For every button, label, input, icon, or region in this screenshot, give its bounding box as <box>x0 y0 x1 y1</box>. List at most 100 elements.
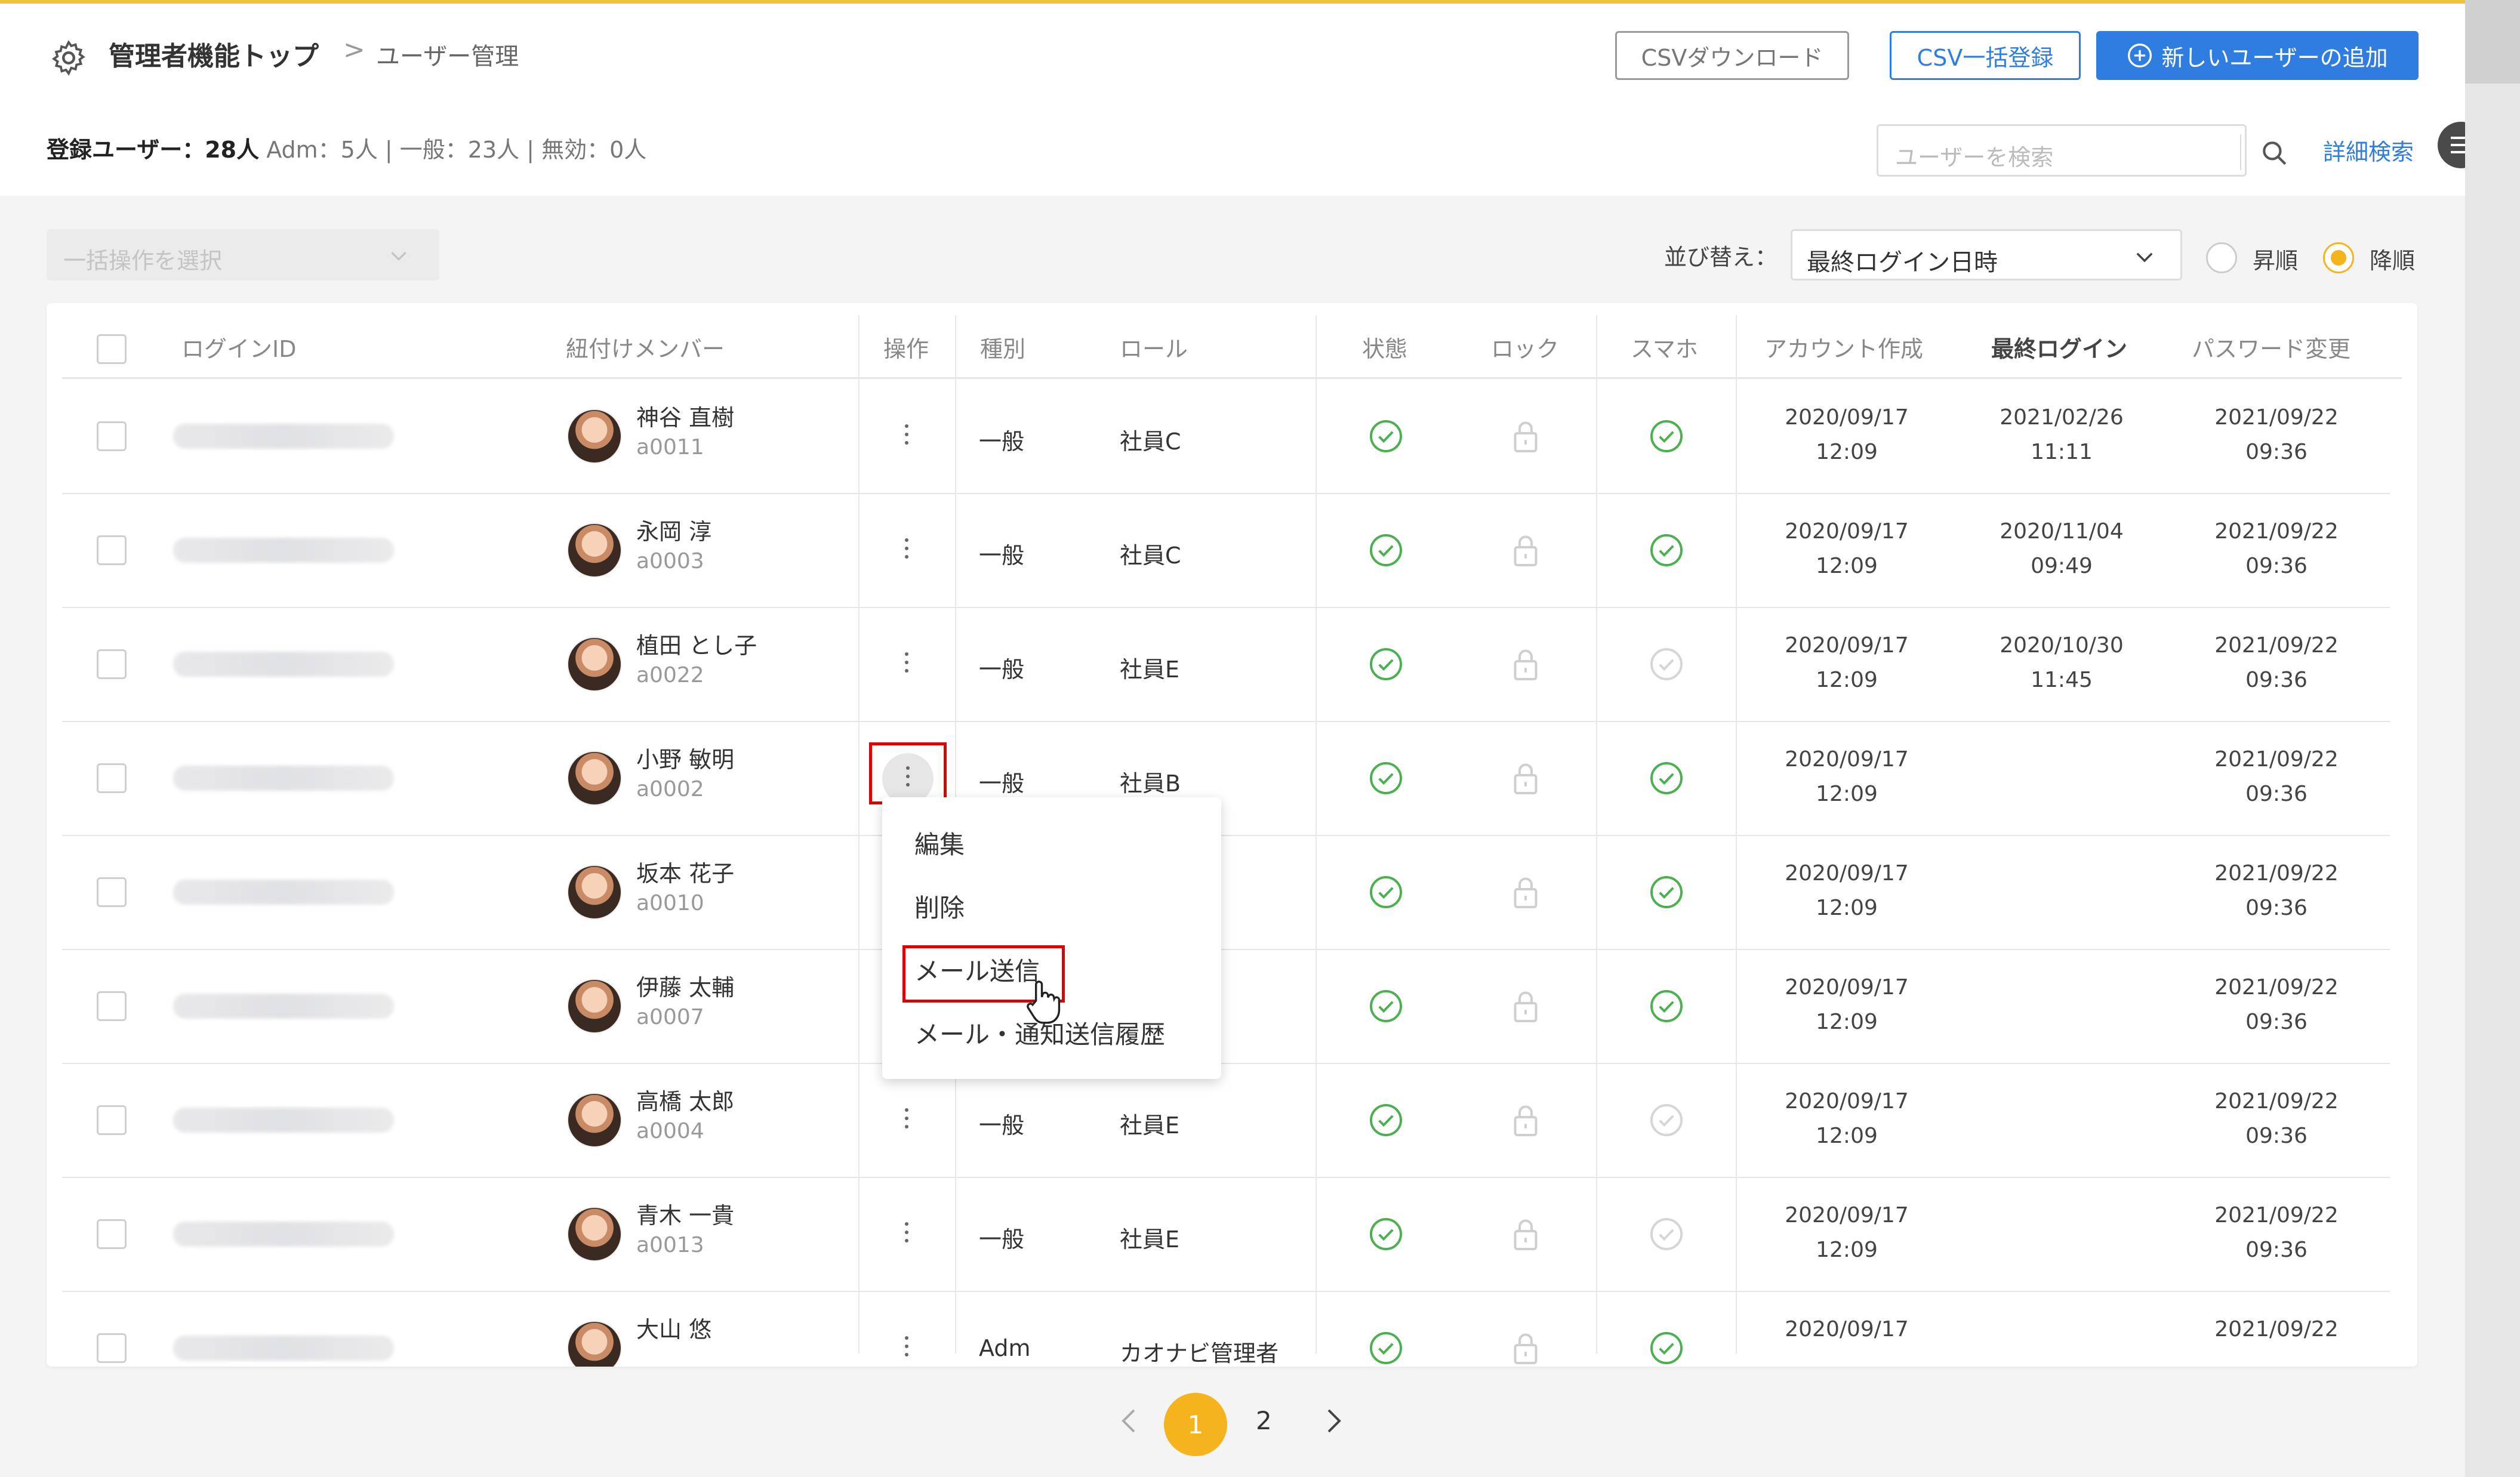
phone-check-icon <box>1649 646 1684 682</box>
row-checkbox[interactable] <box>97 1333 127 1363</box>
member-name[interactable]: 伊藤 太輔 <box>636 969 734 1002</box>
status-check-icon <box>1368 760 1404 796</box>
phone-check-icon <box>1649 760 1684 796</box>
sort-select[interactable]: 最終ログイン日時 <box>1791 229 2182 280</box>
kebab-menu-icon[interactable] <box>903 424 910 451</box>
type-cell: 一般 <box>979 656 1025 683</box>
breadcrumb-current: ユーザー管理 <box>376 43 519 70</box>
col-role: ロール <box>1120 336 1188 362</box>
password-changed-datetime: 2021/09/22 09:36 <box>2214 1202 2339 1262</box>
phone-check-icon <box>1649 988 1684 1024</box>
add-user-button[interactable]: 新しいユーザーの追加 <box>2096 31 2419 80</box>
login-id-redacted <box>173 765 394 791</box>
row-checkbox[interactable] <box>97 877 127 907</box>
col-last-login[interactable]: 最終ログイン <box>1991 331 2127 363</box>
radio-ascending[interactable] <box>2206 242 2237 273</box>
row-checkbox[interactable] <box>97 1219 127 1249</box>
password-changed-datetime: 2021/09/22 09:36 <box>2214 405 2339 464</box>
type-cell: Adm <box>979 1334 1031 1361</box>
search-icon[interactable] <box>2259 138 2289 168</box>
unlocked-icon <box>1510 1330 1541 1366</box>
row-checkbox[interactable] <box>97 1105 127 1135</box>
kebab-menu-icon[interactable] <box>903 1336 910 1362</box>
column-divider <box>1736 315 1737 1353</box>
role-cell: 社員B <box>1120 770 1181 797</box>
created-datetime: 2020/09/17 12:09 <box>1785 519 1909 578</box>
kebab-menu-icon[interactable] <box>903 538 910 565</box>
search-input[interactable]: ユーザーを検索 <box>1877 124 2287 177</box>
type-cell: 一般 <box>979 1112 1025 1139</box>
row-divider <box>62 1177 2390 1178</box>
avatar <box>567 978 622 1034</box>
row-checkbox[interactable] <box>97 991 127 1021</box>
avatar <box>567 522 622 578</box>
breakdown-counts: Adm：5人 | 一般：23人 | 無効：0人 <box>259 137 647 163</box>
advanced-search-link[interactable]: 詳細検索 <box>2323 134 2414 166</box>
member-name[interactable]: 神谷 直樹 <box>636 399 734 432</box>
col-member: 紐付けメンバー <box>566 336 725 362</box>
unlocked-icon <box>1510 760 1541 796</box>
avatar <box>567 750 622 806</box>
login-id-redacted <box>173 1221 394 1247</box>
status-check-icon <box>1368 874 1404 910</box>
role-cell: カオナビ管理者 <box>1120 1340 1279 1367</box>
type-cell: 一般 <box>979 542 1025 569</box>
last-login-datetime: 2021/02/26 11:11 <box>2000 405 2124 464</box>
col-type: 種別 <box>980 336 1026 362</box>
member-name[interactable]: 青木 一貴 <box>636 1197 734 1230</box>
col-status: 状態 <box>1362 336 1408 362</box>
row-checkbox[interactable] <box>97 535 127 565</box>
login-id-redacted <box>173 651 394 677</box>
scrollbar-thumb[interactable] <box>2465 0 2520 84</box>
row-divider <box>62 1291 2390 1292</box>
member-name[interactable]: 大山 悠 <box>636 1311 711 1344</box>
row-divider <box>62 607 2390 608</box>
search-placeholder: ユーザーを検索 <box>1895 144 2054 171</box>
page-2-button[interactable]: 2 <box>1256 1406 1272 1435</box>
menu-item-edit[interactable]: 編集 <box>914 825 965 861</box>
kebab-menu-icon[interactable] <box>903 1108 910 1134</box>
member-name[interactable]: 坂本 花子 <box>636 855 734 888</box>
select-all-checkbox[interactable] <box>97 334 127 364</box>
password-changed-datetime: 2021/09/22 09:36 <box>2214 633 2339 692</box>
created-datetime: 2020/09/17 <box>1785 1316 1909 1342</box>
bulk-action-select[interactable]: 一括操作を選択 <box>47 229 439 280</box>
column-divider <box>1316 315 1317 1353</box>
col-created: アカウント作成 <box>1764 336 1924 362</box>
status-check-icon <box>1368 1102 1404 1138</box>
row-context-menu: 編集 削除 メール送信 メール・通知送信履歴 <box>882 797 1221 1079</box>
top-bar: 管理者機能トップ > ユーザー管理 CSVダウンロード CSV一括登録 新しいユ… <box>0 0 2465 100</box>
created-datetime: 2020/09/17 12:09 <box>1785 975 1909 1034</box>
gear-icon[interactable] <box>49 38 88 78</box>
role-cell: 社員C <box>1120 428 1181 455</box>
radio-descending[interactable] <box>2323 242 2354 273</box>
member-code: a0013 <box>636 1232 704 1257</box>
breadcrumb-admin-top[interactable]: 管理者機能トップ <box>109 35 319 73</box>
unlocked-icon <box>1510 532 1541 568</box>
row-checkbox[interactable] <box>97 763 127 793</box>
kebab-menu-icon[interactable] <box>903 652 910 679</box>
prev-page-icon[interactable] <box>1117 1406 1141 1436</box>
kebab-menu-icon[interactable] <box>903 1222 910 1248</box>
status-check-icon <box>1368 1330 1404 1366</box>
next-page-icon[interactable] <box>1321 1406 1345 1436</box>
hand-cursor-icon <box>1027 980 1061 1024</box>
member-name[interactable]: 永岡 淳 <box>636 513 711 546</box>
row-checkbox[interactable] <box>97 421 127 451</box>
plus-circle-icon <box>2128 44 2152 67</box>
created-datetime: 2020/09/17 12:09 <box>1785 747 1909 806</box>
page-scrollbar[interactable] <box>2465 0 2520 1477</box>
avatar <box>567 1092 622 1148</box>
member-name[interactable]: 植田 とし子 <box>636 627 757 660</box>
member-name[interactable]: 高橋 太郎 <box>636 1083 734 1116</box>
member-name[interactable]: 小野 敏明 <box>636 741 734 774</box>
page-1-button[interactable]: 1 <box>1164 1393 1227 1456</box>
row-checkbox[interactable] <box>97 649 127 679</box>
csv-download-button[interactable]: CSVダウンロード <box>1615 31 1849 80</box>
role-cell: 社員E <box>1120 656 1180 683</box>
csv-bulk-register-button[interactable]: CSV一括登録 <box>1890 31 2081 80</box>
created-datetime: 2020/09/17 12:09 <box>1785 861 1909 920</box>
login-id-redacted <box>173 1335 394 1361</box>
password-changed-datetime: 2021/09/22 09:36 <box>2214 1089 2339 1148</box>
menu-item-delete[interactable]: 削除 <box>914 888 965 924</box>
